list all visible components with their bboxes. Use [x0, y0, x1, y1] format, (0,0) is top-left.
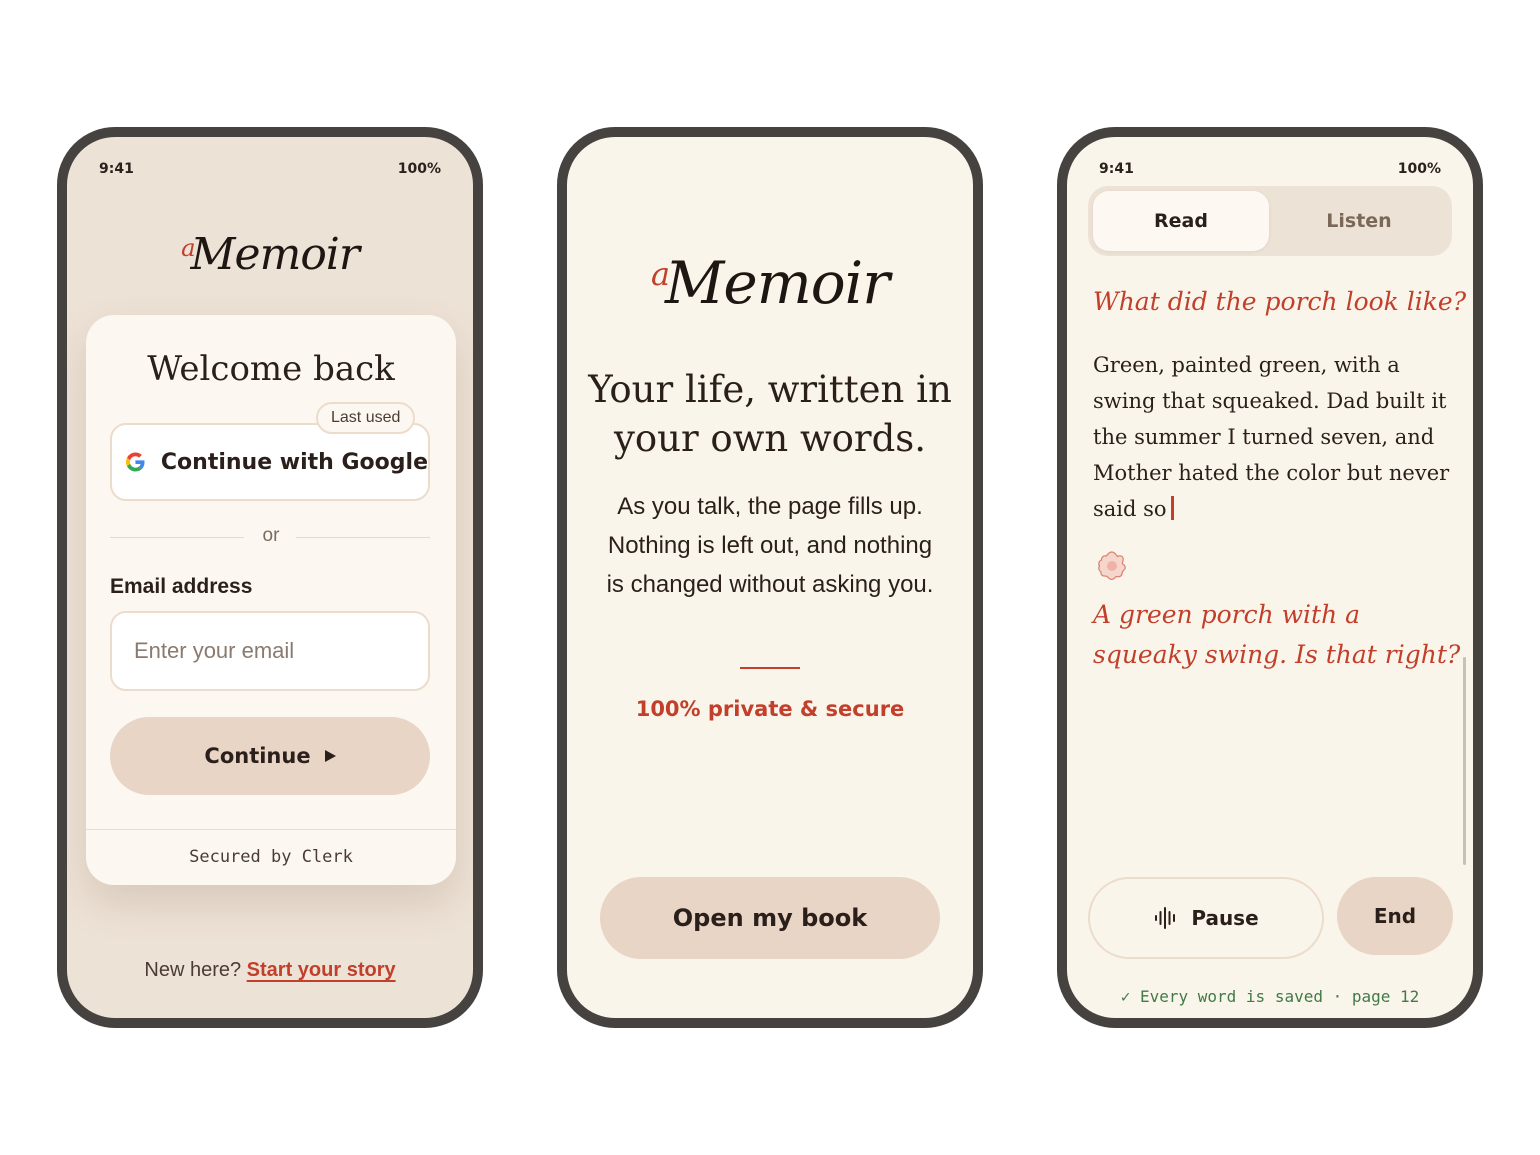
logo-name: Memoir: [665, 249, 890, 317]
memoir-logo: aMemoir: [67, 229, 473, 280]
continue-with-google-button[interactable]: Continue with Google: [110, 423, 430, 501]
accent-rule: [740, 667, 800, 669]
headline-line-2: your own words.: [613, 417, 927, 460]
google-icon: [126, 452, 145, 472]
page-title: Welcome back: [147, 349, 395, 389]
google-button-label: Continue with Google: [160, 449, 428, 475]
signin-phone: 9:41 100% aMemoir Welcome back Continue …: [57, 127, 483, 1028]
pause-button[interactable]: Pause: [1088, 877, 1324, 959]
end-button[interactable]: End: [1337, 877, 1453, 955]
play-arrow-icon: [324, 750, 336, 762]
intro-phone: aMemoir Your life, written in your own w…: [557, 127, 983, 1028]
headline-line-1: Your life, written in: [588, 368, 952, 411]
assistant-reply: A green porch with a squeaky swing. Is t…: [1093, 600, 1461, 669]
status-battery: 100%: [1397, 161, 1441, 177]
status-time: 9:41: [1099, 161, 1134, 177]
audio-waveform-icon: [1155, 907, 1176, 929]
status-time: 9:41: [99, 161, 134, 177]
text-cursor: [1170, 496, 1174, 520]
continue-button[interactable]: Continue: [110, 717, 430, 795]
privacy-note: 100% private & secure: [635, 697, 905, 721]
continue-button-label: Continue: [204, 744, 311, 768]
flower-icon: [1098, 551, 1126, 580]
memoir-logo: aMemoir: [567, 249, 973, 317]
new-here-text: New here?: [144, 959, 242, 981]
status-battery: 100%: [397, 161, 441, 177]
tab-listen[interactable]: Listen: [1271, 191, 1447, 251]
email-field[interactable]: [110, 611, 430, 691]
interview-question: What did the porch look like?: [1093, 287, 1467, 316]
saved-status: ✓ Every word is saved · page 12: [1120, 987, 1420, 1006]
email-label: Email address: [110, 575, 253, 598]
tab-read[interactable]: Read: [1093, 191, 1269, 251]
read-listen-toggle: Read Listen: [1088, 186, 1452, 256]
transcript-answer: Green, painted green, with a swing that …: [1093, 347, 1453, 527]
signin-card: Welcome back Continue with Google Last u…: [86, 315, 456, 885]
last-used-badge: Last used: [316, 402, 416, 434]
secured-by-footer: Secured by Clerk: [86, 829, 456, 885]
scrollbar[interactable]: [1463, 657, 1466, 865]
pause-button-label: Pause: [1191, 906, 1259, 930]
intro-headline: Your life, written in your own words.: [567, 365, 973, 463]
logo-name: Memoir: [190, 229, 360, 280]
signup-prompt: New here? Start your story: [67, 959, 473, 982]
open-my-book-button[interactable]: Open my book: [600, 877, 940, 959]
intro-body: As you talk, the page fills up. Nothing …: [606, 493, 934, 598]
transcript-text: Green, painted green, with a swing that …: [1093, 353, 1450, 521]
session-phone: 9:41 100% Read Listen What did the porch…: [1057, 127, 1483, 1028]
divider-or-text: or: [262, 525, 280, 546]
start-your-story-link[interactable]: Start your story: [247, 959, 396, 981]
